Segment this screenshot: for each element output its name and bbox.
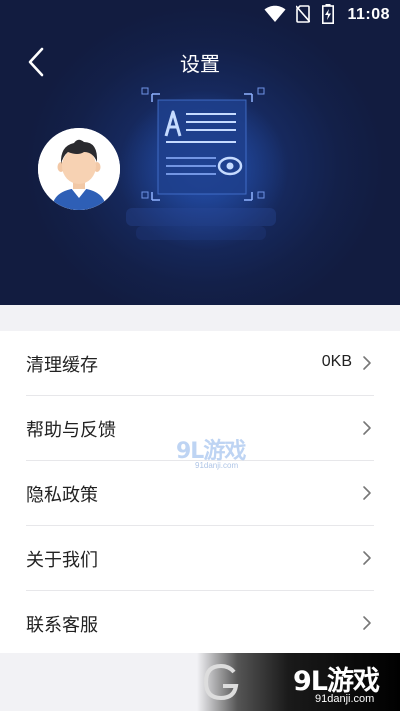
page-title: 设置 — [180, 52, 220, 76]
status-bar: 11:08 — [0, 0, 400, 30]
settings-item-contact-service[interactable]: 联系客服 — [26, 591, 374, 655]
settings-item-label: 隐私政策 — [26, 485, 98, 506]
settings-item-clear-cache[interactable]: 清理缓存 0KB — [26, 331, 374, 396]
cache-size-value: 0KB — [321, 353, 352, 370]
settings-screen: 11:08 设置 清理缓存 0KB 帮助与反馈 隐私政策 关于我们 联系客服 9… — [0, 0, 400, 711]
battery-charging-icon — [322, 4, 334, 24]
user-avatar-icon — [38, 128, 120, 210]
watermark-g-icon — [203, 663, 239, 701]
header-banner: 11:08 设置 — [0, 0, 400, 305]
document-scan-icon — [118, 87, 288, 250]
settings-list: 清理缓存 0KB 帮助与反馈 隐私政策 关于我们 联系客服 — [0, 331, 400, 653]
status-time: 11:08 — [347, 6, 390, 23]
settings-item-label: 联系客服 — [26, 615, 98, 636]
chevron-right-icon — [363, 616, 371, 630]
settings-item-label: 关于我们 — [26, 550, 98, 571]
chevron-right-icon — [363, 551, 371, 565]
chevron-right-icon — [363, 486, 371, 500]
wifi-icon — [264, 5, 286, 22]
watermark-center: 9L游戏 91danji.com — [176, 433, 276, 473]
settings-item-label: 帮助与反馈 — [26, 420, 116, 441]
settings-item-label: 清理缓存 — [26, 355, 98, 376]
watermark-url: 91danji.com — [195, 461, 239, 470]
chevron-right-icon — [363, 356, 371, 370]
watermark-corner: 9L游戏 91danji.com — [197, 653, 400, 711]
avatar[interactable] — [38, 128, 120, 210]
chevron-right-icon — [363, 421, 371, 435]
watermark-corner-url: 91danji.com — [315, 693, 375, 705]
no-sim-icon — [296, 5, 310, 23]
settings-item-about-us[interactable]: 关于我们 — [26, 526, 374, 591]
